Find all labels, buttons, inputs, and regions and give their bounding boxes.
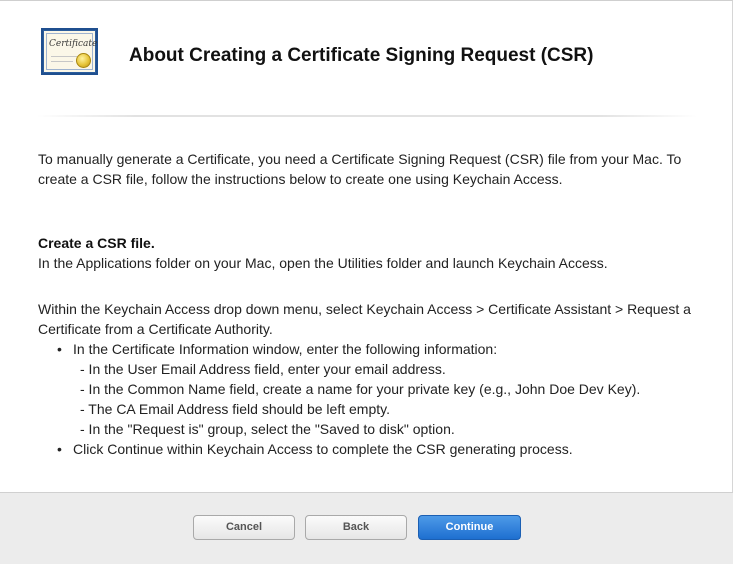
intro-paragraph: To manually generate a Certificate, you … — [38, 151, 682, 187]
back-button[interactable]: Back — [305, 515, 407, 540]
list-item-text: In the Certificate Information window, e… — [73, 341, 498, 357]
sub-list-item: - The CA Email Address field should be l… — [80, 401, 390, 417]
bullet-icon: • — [57, 441, 62, 457]
header-divider — [37, 115, 697, 117]
certificate-icon-text: Certificate — [49, 39, 98, 49]
cancel-button[interactable]: Cancel — [193, 515, 295, 540]
section-heading: Create a CSR file. — [38, 235, 155, 251]
bullet-icon: • — [57, 341, 62, 357]
list-item: • Click Continue within Keychain Access … — [57, 439, 573, 459]
sub-list-item: - In the "Request is" group, select the … — [80, 421, 455, 437]
continue-button[interactable]: Continue — [418, 515, 521, 540]
dialog-footer: Cancel Back Continue — [0, 492, 733, 564]
section-instruction: In the Applications folder on your Mac, … — [38, 255, 608, 271]
menu-instruction-paragraph: Within the Keychain Access drop down men… — [38, 301, 691, 337]
dialog-window: Certificate About Creating a Certificate… — [0, 0, 733, 564]
certificate-icon: Certificate — [41, 28, 98, 75]
sub-list-item: - In the User Email Address field, enter… — [80, 361, 446, 377]
sub-list-item: - In the Common Name field, create a nam… — [80, 381, 641, 397]
seal-icon — [76, 53, 91, 68]
list-item: • In the Certificate Information window,… — [57, 339, 498, 359]
list-item-text: Click Continue within Keychain Access to… — [73, 441, 573, 457]
dialog-header: Certificate About Creating a Certificate… — [0, 1, 733, 117]
page-title: About Creating a Certificate Signing Req… — [129, 45, 594, 66]
